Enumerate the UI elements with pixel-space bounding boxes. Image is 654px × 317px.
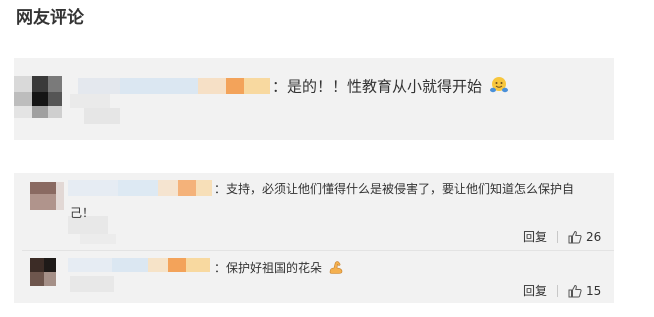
like-count: 15: [586, 283, 602, 298]
section-title: 网友评论: [16, 8, 84, 28]
like-button[interactable]: 15: [568, 284, 601, 298]
divider: [557, 284, 559, 297]
comment-text: ：保护好祖国的花朵: [214, 259, 344, 278]
thumbs-up-icon: [568, 230, 582, 243]
comment-actions: 回复 26: [523, 228, 601, 245]
comment-text-line1: ：支持，必须让他们懂得什么是被侵害了，要让他们知道怎么保护自: [214, 182, 575, 196]
comment-actions: 回复 15: [523, 282, 601, 299]
thumbs-up-icon: [568, 284, 582, 297]
reply-button[interactable]: 回复: [523, 228, 547, 245]
comment-text: ：是的！！性教育从小就得开始: [272, 75, 509, 99]
flexed-biceps-emoji: [328, 259, 344, 278]
comment-divider: [22, 250, 614, 251]
like-count: 26: [586, 229, 602, 244]
hug-emoji: [489, 75, 509, 99]
comment-text-line2: 己！: [70, 206, 95, 220]
reply-button[interactable]: 回复: [523, 282, 547, 299]
like-button[interactable]: 26: [568, 230, 601, 244]
divider: [557, 230, 559, 243]
